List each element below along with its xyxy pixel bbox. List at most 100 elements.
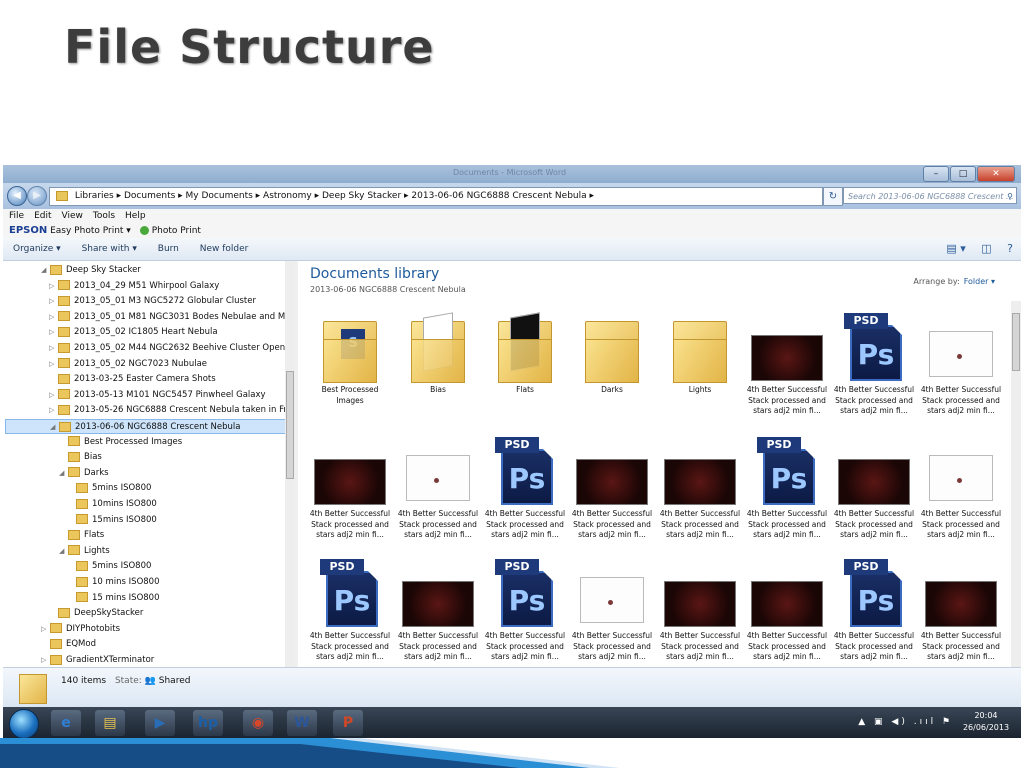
expand-arrow-icon[interactable]: ◢ (41, 263, 50, 278)
file-tile[interactable]: 4th Better Successful Stack processed an… (570, 553, 654, 667)
minimize-button[interactable]: – (923, 166, 949, 182)
file-tile[interactable]: Ps PSD 4th Better Successful Stack process… (832, 307, 916, 425)
folder-tile[interactable]: SBest Processed Images (308, 307, 392, 425)
nav-item[interactable]: 15mins ISO800 (67, 513, 157, 528)
expand-arrow-icon[interactable]: ▷ (49, 357, 58, 372)
help-icon[interactable]: ? (1007, 242, 1013, 255)
file-tile[interactable]: 4th Better Successful Stack processed an… (745, 553, 829, 667)
file-tile[interactable]: 4th Better Successful Stack processed an… (308, 431, 392, 549)
expand-arrow-icon[interactable]: ▷ (49, 310, 58, 325)
close-button[interactable]: ✕ (977, 166, 1015, 182)
easy-photo-print-button[interactable]: Easy Photo Print ▾ (50, 226, 131, 236)
nav-item[interactable]: ▷ 2013_04_29 M51 Whirpool Galaxy (49, 279, 219, 294)
file-tile[interactable]: 4th Better Successful Stack processed an… (745, 307, 829, 425)
menu-file[interactable]: File (9, 211, 24, 221)
nav-item[interactable]: ◢ Deep Sky Stacker (41, 263, 141, 278)
file-tile[interactable]: 4th Better Successful Stack processed an… (919, 553, 1003, 667)
nav-item[interactable]: EQMod (41, 637, 96, 652)
nav-item[interactable]: ▷ GradientXTerminator (41, 653, 154, 667)
media-player-icon[interactable]: ▶ (145, 710, 175, 736)
nav-item[interactable]: ◢ Darks (59, 466, 109, 481)
maximize-button[interactable]: □ (950, 166, 976, 182)
nav-item[interactable]: Flats (59, 528, 104, 543)
nav-item[interactable]: ▷ 2013_05_02 NGC7023 Nubulae (49, 357, 207, 372)
organize-button[interactable]: Organize ▾ (13, 244, 61, 254)
address-bar[interactable]: Libraries ▸ Documents ▸ My Documents ▸ A… (49, 187, 823, 206)
nav-item[interactable]: Bias (59, 450, 102, 465)
expand-arrow-icon[interactable]: ▷ (49, 325, 58, 340)
nav-scroll-thumb[interactable] (286, 371, 294, 479)
folder-tile[interactable]: Bias (396, 307, 480, 425)
nav-item[interactable]: 15 mins ISO800 (67, 591, 160, 606)
search-icon[interactable]: ⚲ (1007, 188, 1013, 203)
nav-item[interactable]: ▷ 2013-05-26 NGC6888 Crescent Nebula take… (49, 403, 295, 418)
back-button[interactable]: ◀ (7, 186, 27, 206)
file-view-scroll-thumb[interactable] (1012, 313, 1020, 371)
refresh-icon[interactable]: ↻ (823, 187, 843, 206)
folder-tile[interactable]: Flats (483, 307, 567, 425)
file-tile[interactable]: Ps PSD 4th Better Successful Stack process… (832, 553, 916, 667)
share-with-button[interactable]: Share with ▾ (82, 244, 137, 254)
expand-arrow-icon[interactable]: ▷ (49, 403, 58, 418)
nav-item[interactable]: ▷ 2013_05_02 M44 NGC2632 Beehive Cluster … (49, 341, 295, 356)
nav-item[interactable]: ▷ 2013_05_01 M81 NGC3031 Bodes Nebulae an… (49, 310, 295, 325)
tray-icons[interactable]: ▲ ▣ ◀) .ııl ⚑ (858, 717, 953, 727)
file-tile[interactable]: Ps PSD 4th Better Successful Stack process… (745, 431, 829, 549)
file-tile[interactable]: 4th Better Successful Stack processed an… (658, 553, 742, 667)
title-bar[interactable]: Documents - Microsoft Word – □ ✕ (3, 165, 1021, 183)
file-view-scrollbar[interactable] (1011, 301, 1021, 667)
nav-item[interactable]: 5mins ISO800 (67, 559, 151, 574)
expand-arrow-icon[interactable]: ▷ (49, 388, 58, 403)
expand-arrow-icon[interactable]: ▷ (41, 653, 50, 667)
file-tile[interactable]: 4th Better Successful Stack processed an… (658, 431, 742, 549)
preview-pane-icon[interactable]: ◫ (981, 242, 991, 255)
arrange-by-dropdown[interactable]: Folder ▾ (964, 277, 995, 286)
nav-item[interactable]: ◢ 2013-06-06 NGC6888 Crescent Nebula (5, 419, 287, 434)
nav-item[interactable]: DeepSkyStacker (49, 606, 143, 621)
file-tile[interactable]: 4th Better Successful Stack processed an… (396, 553, 480, 667)
nav-item[interactable]: ◢ Lights (59, 544, 110, 559)
file-explorer-icon[interactable]: ▤ (95, 710, 125, 736)
expand-arrow-icon[interactable]: ◢ (59, 466, 68, 481)
expand-arrow-icon[interactable]: ▷ (49, 341, 58, 356)
word-icon[interactable]: W (287, 710, 317, 736)
menu-tools[interactable]: Tools (93, 211, 115, 221)
expand-arrow-icon[interactable]: ▷ (49, 294, 58, 309)
file-tile[interactable]: 4th Better Successful Stack processed an… (919, 307, 1003, 425)
menu-view[interactable]: View (62, 211, 83, 221)
nav-scrollbar[interactable] (285, 261, 295, 667)
expand-arrow-icon[interactable]: ◢ (50, 420, 59, 435)
nav-item[interactable]: 10 mins ISO800 (67, 575, 160, 590)
forward-button[interactable]: ▶ (27, 186, 47, 206)
chrome-icon[interactable]: ◉ (243, 710, 273, 736)
menu-help[interactable]: Help (125, 211, 146, 221)
file-tile[interactable]: Ps PSD 4th Better Successful Stack process… (308, 553, 392, 667)
nav-item[interactable]: ▷ 2013_05_01 M3 NGC5272 Globular Cluster (49, 294, 256, 309)
nav-item[interactable]: ▷ DIYPhotobits (41, 622, 120, 637)
file-tile[interactable]: 4th Better Successful Stack processed an… (396, 431, 480, 549)
start-button[interactable] (9, 709, 39, 738)
internet-explorer-icon[interactable]: e (51, 710, 81, 736)
search-input[interactable]: Search 2013-06-06 NGC6888 Crescent ... ⚲ (843, 187, 1017, 204)
file-tile[interactable]: Ps PSD 4th Better Successful Stack process… (483, 431, 567, 549)
folder-tile[interactable]: Darks (570, 307, 654, 425)
photo-print-button[interactable]: Photo Print (152, 226, 201, 236)
new-folder-button[interactable]: New folder (200, 244, 249, 254)
menu-edit[interactable]: Edit (34, 211, 51, 221)
expand-arrow-icon[interactable]: ▷ (41, 622, 50, 637)
expand-arrow-icon[interactable]: ▷ (49, 279, 58, 294)
expand-arrow-icon[interactable]: ◢ (59, 544, 68, 559)
nav-item[interactable]: ▷ 2013-05-13 M101 NGC5457 Pinwheel Galaxy (49, 388, 266, 403)
view-options-icon[interactable]: ▤ ▾ (946, 242, 965, 255)
nav-item[interactable]: 2013-03-25 Easter Camera Shots (49, 372, 216, 387)
file-tile[interactable]: 4th Better Successful Stack processed an… (832, 431, 916, 549)
nav-item[interactable]: ▷ 2013_05_02 IC1805 Heart Nebula (49, 325, 218, 340)
nav-item[interactable]: Best Processed Images (59, 435, 182, 450)
clock[interactable]: 20:04 26/06/2013 (961, 710, 1011, 734)
hp-tool-icon[interactable]: hp (193, 710, 223, 736)
nav-item[interactable]: 10mins ISO800 (67, 497, 157, 512)
powerpoint-icon[interactable]: P (333, 710, 363, 736)
burn-button[interactable]: Burn (158, 244, 179, 254)
file-tile[interactable]: 4th Better Successful Stack processed an… (919, 431, 1003, 549)
folder-tile[interactable]: Lights (658, 307, 742, 425)
